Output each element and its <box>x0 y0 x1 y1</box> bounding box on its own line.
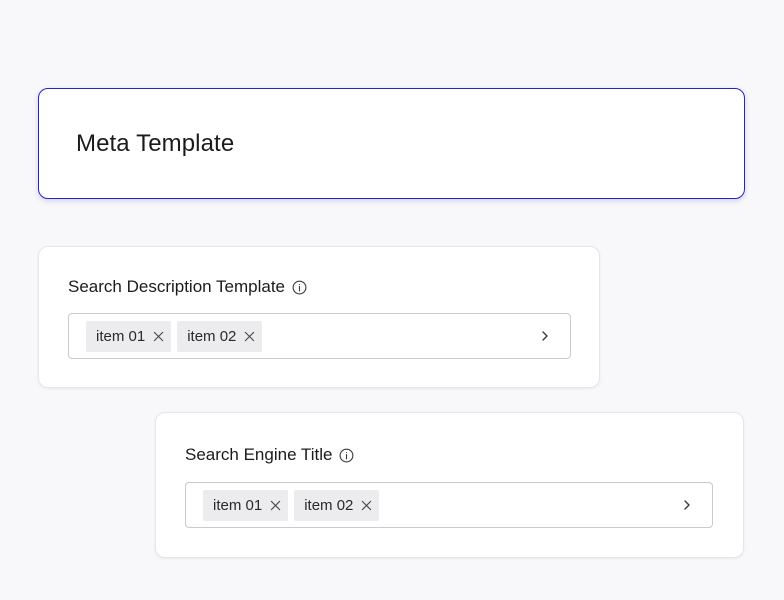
tag-item-01: item 01 <box>203 489 289 521</box>
close-icon[interactable] <box>359 498 373 512</box>
tag-label: item 01 <box>213 496 263 514</box>
tag-label: item 01 <box>96 327 146 345</box>
search-engine-title-select[interactable]: item 01 item 02 <box>185 482 713 528</box>
tag-item-02: item 02 <box>177 320 263 352</box>
field-label-search-engine-title: Search Engine Title <box>185 445 354 465</box>
close-icon[interactable] <box>242 329 256 343</box>
page-title: Meta Template <box>76 130 235 157</box>
chevron-right-icon[interactable] <box>538 329 552 343</box>
field-label-text: Search Engine Title <box>185 445 333 464</box>
close-icon[interactable] <box>151 329 165 343</box>
tag-label: item 02 <box>304 496 354 514</box>
info-icon[interactable] <box>339 448 354 463</box>
search-engine-title-card: Search Engine Title item 01 item 02 <box>155 412 744 558</box>
search-description-template-card: Search Description Template item 01 item… <box>38 246 600 388</box>
tag-item-02: item 02 <box>294 489 380 521</box>
field-label-search-description-template: Search Description Template <box>68 277 307 297</box>
meta-template-card: Meta Template <box>38 88 745 199</box>
info-icon[interactable] <box>292 280 307 295</box>
chevron-right-icon[interactable] <box>680 498 694 512</box>
search-description-template-select[interactable]: item 01 item 02 <box>68 313 571 359</box>
close-icon[interactable] <box>268 498 282 512</box>
field-label-text: Search Description Template <box>68 277 286 296</box>
tag-item-01: item 01 <box>86 320 172 352</box>
tag-label: item 02 <box>187 327 237 345</box>
